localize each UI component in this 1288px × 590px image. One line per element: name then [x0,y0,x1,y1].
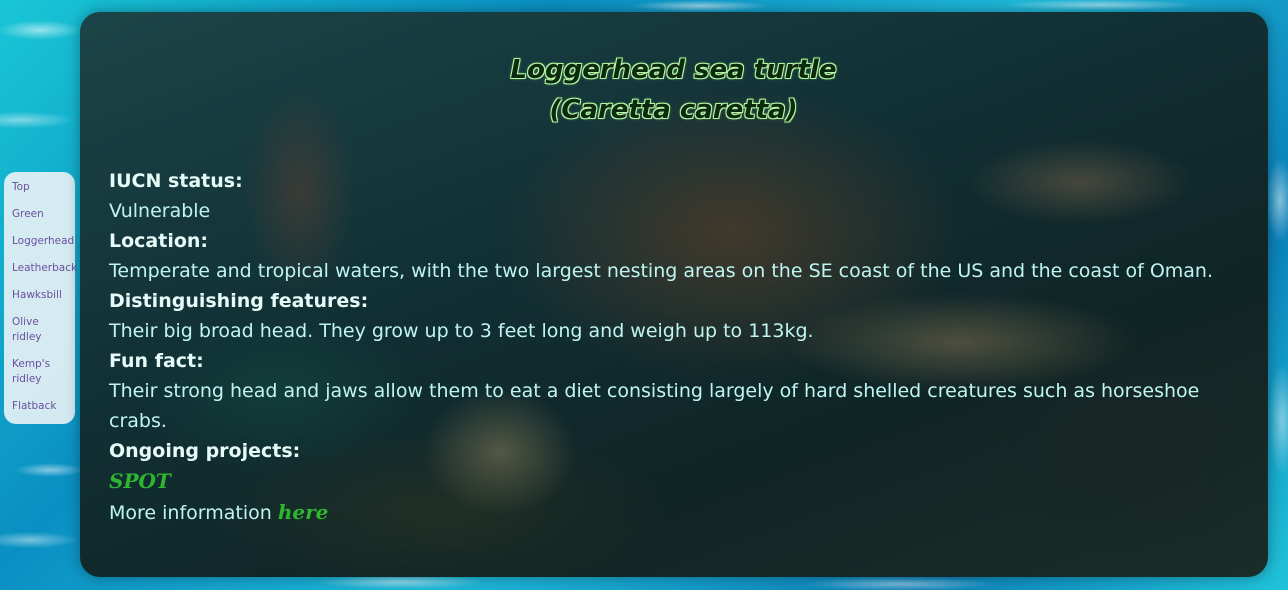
common-name: Loggerhead sea turtle [510,55,837,85]
nav-link-kemps-ridley[interactable]: Kemp's ridley [12,357,56,387]
distinguishing-features-value: Their big broad head. They grow up to 3 … [109,320,814,342]
nav-link-green[interactable]: Green [12,207,75,222]
nav-link-flatback[interactable]: Flatback [12,399,75,414]
more-information-text: More information [109,502,272,524]
side-navigation: Top Green Loggerhead Leatherback Hawksbi… [4,172,77,424]
nav-link-hawksbill[interactable]: Hawksbill [12,288,75,303]
more-information-row: More information here [109,497,1238,528]
iucn-status-value: Vulnerable [109,200,211,222]
ongoing-projects-label: Ongoing projects: [109,440,301,462]
scientific-name: (Caretta caretta) [549,95,798,125]
nav-link-leatherback[interactable]: Leatherback [12,261,77,276]
species-info: IUCN status: Vulnerable Location: Temper… [109,166,1238,528]
fun-fact-label: Fun fact: [109,350,204,372]
species-card: Loggerhead sea turtle (Caretta caretta) … [80,12,1268,577]
nav-link-top[interactable]: Top [12,180,75,195]
species-title: Loggerhead sea turtle (Caretta caretta) [109,50,1238,130]
more-information-link[interactable]: here [278,500,329,524]
location-label: Location: [109,230,209,252]
iucn-status-label: IUCN status: [109,170,243,192]
card-content: Loggerhead sea turtle (Caretta caretta) … [80,12,1268,577]
project-link-row: SPOT [109,466,1238,497]
spot-project-link[interactable]: SPOT [109,469,171,493]
nav-link-loggerhead[interactable]: Loggerhead [12,234,75,249]
fun-fact-value: Their strong head and jaws allow them to… [109,380,1200,432]
location-value: Temperate and tropical waters, with the … [109,260,1214,282]
distinguishing-features-label: Distinguishing features: [109,290,369,312]
nav-link-olive-ridley[interactable]: Olive ridley [12,315,52,345]
